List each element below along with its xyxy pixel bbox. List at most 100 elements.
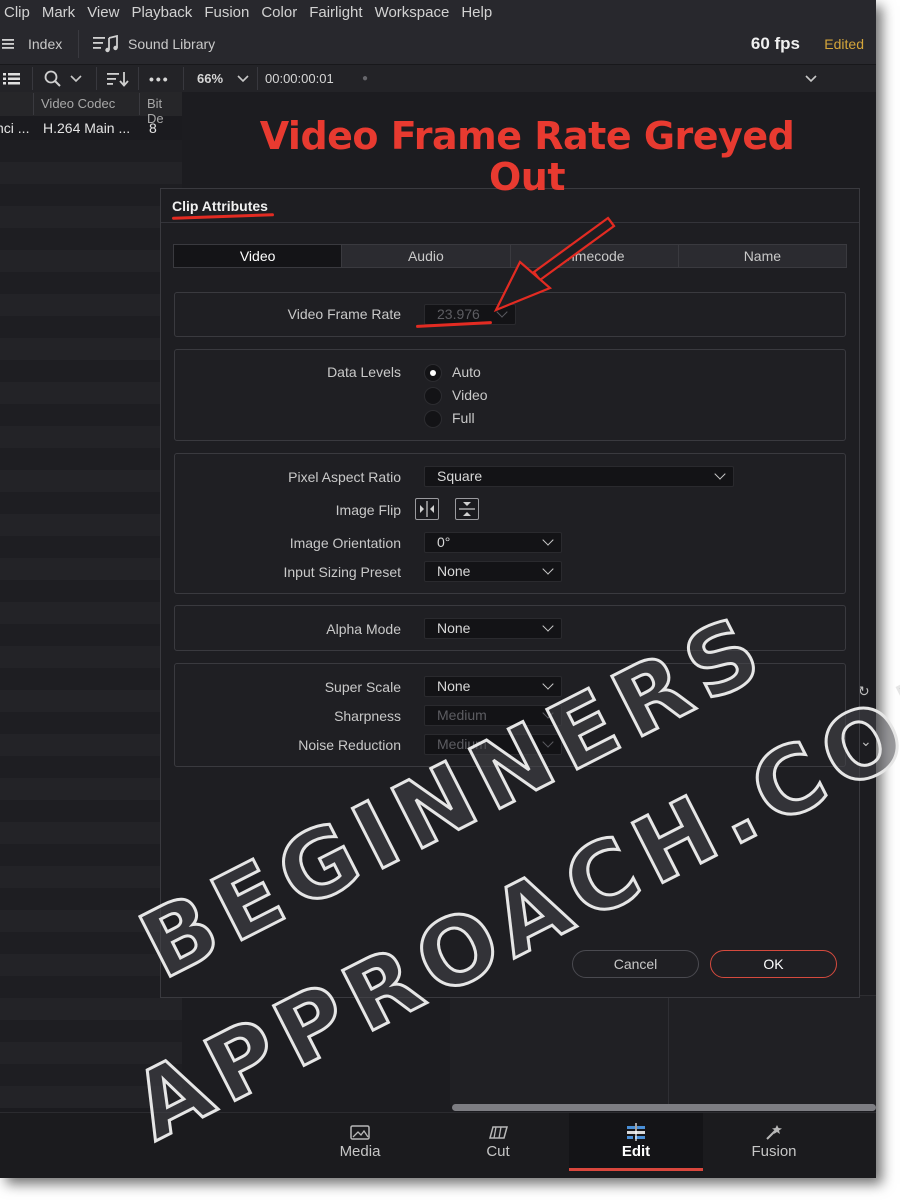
- menu-mark[interactable]: Mark: [37, 4, 82, 21]
- empty-row: [0, 228, 182, 250]
- flip-horizontal-button[interactable]: [415, 498, 439, 520]
- alpha-section: Alpha Mode None: [174, 605, 846, 651]
- sort-button[interactable]: [107, 65, 129, 92]
- data-levels-full-radio[interactable]: [424, 410, 442, 428]
- search-icon: [44, 70, 61, 87]
- zoom-dropdown[interactable]: 66%: [197, 65, 249, 92]
- alpha-mode-label: Alpha Mode: [326, 621, 401, 637]
- chevron-down-icon: [805, 74, 817, 82]
- panel-divider: [668, 996, 669, 1106]
- chevron-down-icon[interactable]: ⌄: [860, 733, 872, 750]
- timecode-display[interactable]: 00:00:00:01: [265, 65, 334, 92]
- empty-row: [0, 734, 182, 756]
- empty-row: [0, 976, 182, 998]
- empty-row: [0, 800, 182, 822]
- search-button[interactable]: [44, 65, 82, 92]
- data-levels-video-label: Video: [452, 387, 488, 403]
- menu-playback[interactable]: Playback: [126, 4, 199, 21]
- project-status: Edited: [824, 36, 864, 52]
- dialog-title: Clip Attributes: [172, 198, 268, 214]
- alpha-mode-dropdown[interactable]: None: [424, 618, 562, 639]
- data-levels-auto-label: Auto: [452, 364, 481, 380]
- empty-row: [0, 1086, 182, 1108]
- more-options-button[interactable]: •••: [149, 65, 170, 92]
- media-pool-list: Video Codec Bit De nci ... H.264 Main ..…: [0, 92, 182, 1112]
- super-scale-dropdown[interactable]: None: [424, 676, 562, 697]
- super-scale-value: None: [437, 678, 471, 694]
- menu-fairlight[interactable]: Fairlight: [304, 4, 369, 21]
- empty-row: [0, 140, 182, 162]
- chevron-down-icon: [714, 468, 726, 480]
- menu-color[interactable]: Color: [256, 4, 304, 21]
- empty-row: [0, 338, 182, 360]
- index-button[interactable]: Index: [2, 24, 62, 64]
- video-frame-rate-value: 23.976: [437, 306, 480, 322]
- viewer-options-button[interactable]: [805, 65, 817, 92]
- page-tab-edit[interactable]: Edit: [569, 1113, 703, 1171]
- sound-library-button[interactable]: Sound Library: [93, 24, 215, 64]
- sharpness-label: Sharpness: [334, 708, 401, 724]
- zoom-value: 66%: [197, 71, 224, 86]
- top-toolbar: Index Sound Library 60 fps Edited: [0, 24, 876, 64]
- edit-page-icon: [627, 1123, 645, 1141]
- data-levels-video-radio[interactable]: [424, 387, 442, 405]
- media-pool-header: Video Codec Bit De: [0, 92, 182, 126]
- noise-reduction-label: Noise Reduction: [298, 737, 401, 753]
- page-tab-cut[interactable]: Cut: [431, 1113, 565, 1171]
- pixel-aspect-ratio-dropdown[interactable]: Square: [424, 466, 734, 487]
- empty-row: [0, 844, 182, 866]
- menu-workspace[interactable]: Workspace: [370, 4, 457, 21]
- list-view-button[interactable]: [3, 65, 21, 92]
- page-tab-label: Cut: [486, 1143, 510, 1160]
- ellipsis-icon: •••: [149, 70, 170, 87]
- empty-row: [0, 822, 182, 844]
- flip-vertical-button[interactable]: [455, 498, 479, 520]
- data-levels-auto-radio[interactable]: [424, 364, 442, 382]
- clip-name-cell: nci ...: [0, 120, 30, 136]
- super-scale-section: Super Scale None Sharpness Medium Noise …: [174, 663, 846, 767]
- image-orientation-value: 0°: [437, 534, 451, 550]
- tab-audio[interactable]: Audio: [342, 245, 511, 267]
- empty-row: [0, 866, 182, 888]
- timeline-scrollbar[interactable]: [452, 1104, 876, 1111]
- menu-help[interactable]: Help: [456, 4, 499, 21]
- empty-row: [0, 162, 182, 184]
- page-tab-label: Media: [339, 1143, 381, 1160]
- divider: [138, 67, 139, 90]
- ok-button[interactable]: OK: [710, 950, 837, 978]
- chevron-down-icon: [542, 563, 554, 575]
- tab-video[interactable]: Video: [174, 245, 343, 267]
- pixel-aspect-ratio-value: Square: [437, 468, 483, 484]
- page-tab-media[interactable]: Media: [293, 1113, 427, 1171]
- data-levels-label: Data Levels: [327, 364, 401, 380]
- list-icon: [2, 39, 14, 49]
- empty-row: [0, 426, 182, 448]
- noise-reduction-value: Medium: [437, 736, 487, 752]
- tab-name[interactable]: Name: [679, 245, 846, 267]
- empty-row: [0, 778, 182, 800]
- video-frame-rate-label: Video Frame Rate: [287, 306, 401, 322]
- input-sizing-preset-dropdown[interactable]: None: [424, 561, 562, 582]
- chevron-down-icon: [70, 74, 82, 82]
- page-tab-label: Fusion: [751, 1143, 797, 1160]
- page-tab-fusion[interactable]: Fusion: [707, 1113, 841, 1171]
- column-video-codec[interactable]: Video Codec: [41, 96, 115, 111]
- empty-row: [0, 712, 182, 734]
- menu-fusion[interactable]: Fusion: [199, 4, 256, 21]
- page-tab-label: Edit: [621, 1143, 651, 1160]
- image-orientation-label: Image Orientation: [289, 535, 401, 551]
- page-navigation: Media Cut Edit Fusion: [0, 1112, 876, 1178]
- empty-row: [0, 580, 182, 602]
- menu-clip[interactable]: Clip: [0, 4, 37, 21]
- sound-library-icon: [93, 35, 118, 53]
- image-flip-label: Image Flip: [335, 502, 401, 518]
- cancel-button[interactable]: Cancel: [572, 950, 699, 978]
- empty-row: [0, 624, 182, 646]
- menu-bar: Clip Mark View Playback Fusion Color Fai…: [0, 0, 876, 24]
- table-row[interactable]: nci ... H.264 Main ... 8: [0, 117, 182, 139]
- empty-row: [0, 360, 182, 382]
- menu-view[interactable]: View: [82, 4, 126, 21]
- chevron-down-icon: [542, 707, 554, 719]
- image-orientation-dropdown[interactable]: 0°: [424, 532, 562, 553]
- empty-row: [0, 470, 182, 492]
